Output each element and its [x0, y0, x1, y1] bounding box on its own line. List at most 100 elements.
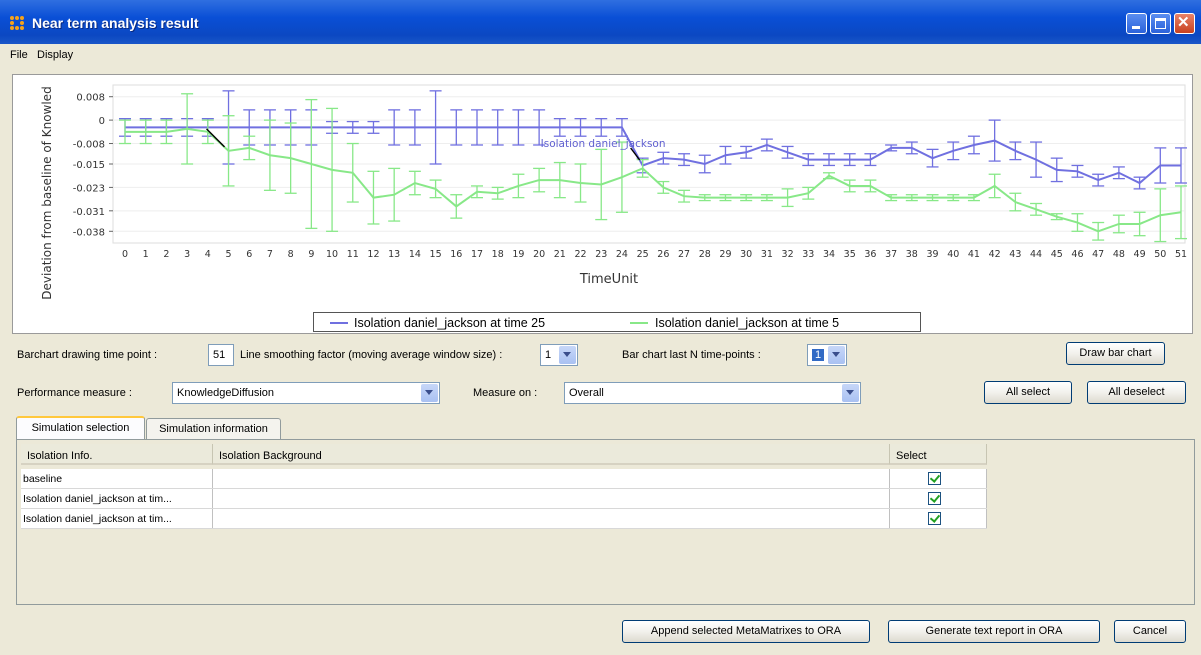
- select-checkbox[interactable]: [928, 472, 941, 485]
- tab-simulation-selection[interactable]: Simulation selection: [16, 416, 145, 440]
- close-button[interactable]: ✕: [1174, 13, 1195, 34]
- x-tick-label: 9: [308, 249, 314, 260]
- performance-measure-label: Performance measure :: [17, 387, 132, 399]
- x-tick-label: 19: [512, 249, 524, 260]
- chevron-down-icon[interactable]: [421, 384, 438, 402]
- generate-text-report-button[interactable]: Generate text report in ORA: [888, 620, 1100, 643]
- x-tick-label: 33: [802, 249, 814, 260]
- barchart-time-input[interactable]: 51: [208, 344, 234, 366]
- append-metamatrixes-button[interactable]: Append selected MetaMatrixes to ORA: [622, 620, 870, 643]
- x-tick-label: 8: [288, 249, 294, 260]
- x-tick-label: 4: [205, 249, 211, 260]
- x-tick-label: 43: [1009, 249, 1021, 260]
- y-tick-label: -0.023: [73, 183, 105, 194]
- legend-label-time-25: Isolation daniel_jackson at time 25: [354, 316, 546, 330]
- y-tick-label: -0.015: [73, 160, 105, 171]
- x-tick-label: 49: [1134, 249, 1146, 260]
- x-tick-label: 38: [906, 249, 918, 260]
- x-tick-label: 47: [1092, 249, 1104, 260]
- table-row[interactable]: baseline: [21, 469, 987, 489]
- minimize-icon: [1132, 26, 1140, 29]
- x-tick-label: 40: [947, 249, 959, 260]
- measure-on-select[interactable]: Overall: [564, 382, 861, 404]
- x-tick-label: 20: [533, 249, 545, 260]
- select-cell: [890, 489, 987, 508]
- app-icon: [10, 16, 25, 31]
- select-cell: [890, 509, 987, 528]
- isolation-info-cell: Isolation daniel_jackson at tim...: [21, 509, 213, 528]
- x-tick-label: 32: [782, 249, 794, 260]
- x-tick-label: 34: [823, 249, 835, 260]
- menu-file[interactable]: File: [10, 49, 28, 61]
- measure-on-label: Measure on :: [473, 387, 538, 399]
- x-axis-label: TimeUnit: [579, 272, 638, 287]
- lastn-select[interactable]: 1: [807, 344, 847, 366]
- all-select-button[interactable]: All select: [984, 381, 1072, 404]
- x-tick-label: 3: [184, 249, 190, 260]
- x-tick-label: 13: [388, 249, 400, 260]
- x-tick-label: 50: [1154, 249, 1166, 260]
- x-tick-label: 21: [554, 249, 566, 260]
- x-tick-label: 28: [699, 249, 711, 260]
- x-tick-label: 2: [163, 249, 169, 260]
- x-tick-label: 18: [492, 249, 504, 260]
- select-checkbox[interactable]: [928, 512, 941, 525]
- x-tick-label: 29: [719, 249, 731, 260]
- x-tick-label: 36: [864, 249, 876, 260]
- all-deselect-button[interactable]: All deselect: [1087, 381, 1186, 404]
- x-tick-label: 51: [1175, 249, 1187, 260]
- x-tick-label: 7: [267, 249, 273, 260]
- y-tick-label: 0.008: [76, 93, 105, 104]
- table-row[interactable]: Isolation daniel_jackson at tim...: [21, 509, 987, 529]
- lastn-value: 1: [812, 349, 825, 361]
- y-tick-label: -0.038: [73, 227, 105, 238]
- chevron-down-icon[interactable]: [842, 384, 859, 402]
- maximize-icon: [1155, 18, 1166, 29]
- x-tick-label: 27: [678, 249, 690, 260]
- x-tick-label: 26: [657, 249, 669, 260]
- x-tick-label: 15: [430, 249, 442, 260]
- cancel-button[interactable]: Cancel: [1114, 620, 1186, 643]
- chevron-down-icon[interactable]: [828, 346, 845, 364]
- performance-measure-value: KnowledgeDiffusion: [177, 387, 275, 399]
- isolation-background-cell[interactable]: [213, 469, 890, 488]
- column-header-select[interactable]: Select: [890, 444, 987, 465]
- x-tick-label: 14: [409, 249, 421, 260]
- y-tick-label: -0.031: [73, 207, 105, 218]
- x-tick-label: 22: [574, 249, 586, 260]
- minimize-button[interactable]: [1126, 13, 1147, 34]
- legend-swatch-time-5: [630, 322, 648, 324]
- draw-bar-chart-button[interactable]: Draw bar chart: [1066, 342, 1165, 365]
- smoothing-value: 1: [545, 349, 552, 361]
- smoothing-select[interactable]: 1: [540, 344, 578, 366]
- tab-simulation-information[interactable]: Simulation information: [146, 418, 281, 440]
- annotation-label: Isolation daniel_jackson: [541, 138, 666, 150]
- x-tick-label: 44: [1030, 249, 1042, 260]
- smoothing-label: Line smoothing factor (moving average wi…: [240, 349, 503, 361]
- window-title: Near term analysis result: [32, 15, 199, 31]
- performance-measure-select[interactable]: KnowledgeDiffusion: [172, 382, 440, 404]
- chevron-down-icon[interactable]: [559, 346, 576, 364]
- x-tick-label: 10: [326, 249, 338, 260]
- select-checkbox[interactable]: [928, 492, 941, 505]
- isolation-background-cell[interactable]: [213, 489, 890, 508]
- x-tick-label: 11: [347, 249, 359, 260]
- x-tick-label: 24: [616, 249, 628, 260]
- column-header-isolation-background[interactable]: Isolation Background: [213, 444, 890, 465]
- x-tick-label: 12: [367, 249, 379, 260]
- isolation-background-cell[interactable]: [213, 509, 890, 528]
- x-tick-label: 17: [471, 249, 483, 260]
- maximize-button[interactable]: [1150, 13, 1171, 34]
- simulation-selection-panel: Isolation Info. Isolation Background Sel…: [16, 439, 1195, 605]
- table-row[interactable]: Isolation daniel_jackson at tim...: [21, 489, 987, 509]
- menu-display[interactable]: Display: [37, 49, 73, 61]
- title-bar[interactable]: Near term analysis result ✕: [0, 0, 1201, 44]
- column-header-isolation-info[interactable]: Isolation Info.: [21, 444, 213, 465]
- x-tick-label: 25: [637, 249, 649, 260]
- x-tick-label: 45: [1051, 249, 1063, 260]
- line-chart: 0.0080-0.008-0.015-0.023-0.031-0.0380 1 2 3…: [40, 84, 1187, 300]
- x-tick-label: 41: [968, 249, 980, 260]
- x-tick-label: 42: [989, 249, 1001, 260]
- x-tick-label: 35: [844, 249, 856, 260]
- x-tick-label: 48: [1113, 249, 1125, 260]
